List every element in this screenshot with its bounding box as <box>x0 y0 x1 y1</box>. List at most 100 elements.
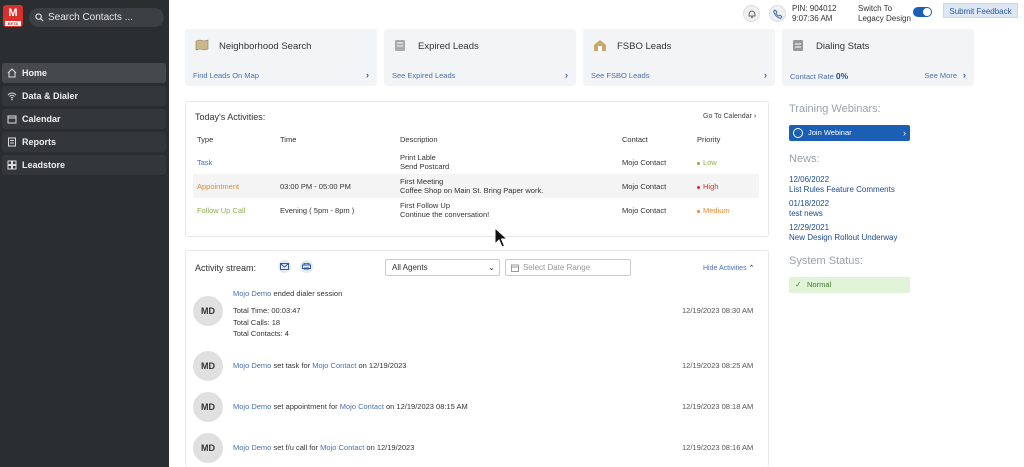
chevron-right-icon[interactable]: › <box>764 70 767 80</box>
activity-type[interactable]: Task <box>197 158 212 167</box>
col-contact[interactable]: Contact <box>622 135 648 144</box>
activity-contact[interactable]: Mojo Contact <box>622 158 666 167</box>
activity-description: First Meeting Coffee Shop on Main St. Br… <box>400 177 544 195</box>
news-link[interactable]: New Design Rollout Underway <box>789 233 898 242</box>
legacy-design-toggle[interactable] <box>913 7 932 17</box>
contact-link[interactable]: Mojo Contact <box>312 361 356 370</box>
beta-badge: BETA <box>5 21 21 26</box>
home-icon <box>7 68 17 78</box>
activity-type[interactable]: Appointment <box>197 182 239 191</box>
col-type[interactable]: Type <box>197 135 213 144</box>
card-title: Neighborhood Search <box>219 41 312 52</box>
table-row[interactable]: Follow Up Call Evening ( 5pm - 8pm ) Fir… <box>193 198 759 222</box>
training-webinars-heading: Training Webinars: <box>789 103 881 115</box>
news-date: 12/06/2022 <box>789 175 830 184</box>
stream-event: Mojo Demo set task for Mojo Contact on 1… <box>233 361 407 370</box>
card-fsbo-leads[interactable]: FSBO Leads See FSBO Leads › <box>583 29 775 86</box>
go-to-calendar-link[interactable]: Go To Calendar › <box>703 113 756 120</box>
activity-stream-label: Activity stream: <box>195 263 257 273</box>
avatar: MD <box>193 351 223 381</box>
print-button[interactable] <box>300 260 313 273</box>
card-expired-leads[interactable]: Expired Leads See Expired Leads › <box>384 29 576 86</box>
chevron-right-icon[interactable]: › <box>366 70 369 80</box>
system-status-heading: System Status: <box>789 255 863 267</box>
contact-rate-value: 0% <box>835 71 849 81</box>
house-icon <box>594 40 606 51</box>
app-logo[interactable]: M BETA <box>3 5 23 27</box>
check-icon: ✓ <box>795 280 802 289</box>
card-title: Dialing Stats <box>816 41 870 52</box>
card-title: FSBO Leads <box>617 41 672 52</box>
agents-select[interactable]: All Agents ⌄ <box>385 259 500 276</box>
activity-type[interactable]: Follow Up Call <box>197 206 245 215</box>
sidebar-item-home[interactable]: Home <box>2 63 166 83</box>
activity-stream-panel <box>185 250 769 467</box>
avatar: MD <box>193 392 223 422</box>
avatar: MD <box>193 433 223 463</box>
contact-link[interactable]: Mojo Contact <box>340 402 384 411</box>
stats-icon <box>793 40 803 51</box>
pin-clock: PIN: 904012 9:07:36 AM <box>792 4 837 23</box>
priority-low: Low <box>697 158 717 167</box>
actor-link[interactable]: Mojo Demo <box>233 402 271 411</box>
activity-contact[interactable]: Mojo Contact <box>622 206 666 215</box>
join-webinar-button[interactable]: Join Webinar › <box>789 125 910 141</box>
contact-rate: Contact Rate 0% <box>790 71 849 81</box>
activity-time: Evening ( 5pm - 8pm ) <box>280 206 355 215</box>
mouse-cursor-icon <box>494 227 508 248</box>
avatar: MD <box>193 296 223 326</box>
see-expired-leads-link[interactable]: See Expired Leads <box>392 71 455 80</box>
hide-activities-link[interactable]: Hide Activities ⌃ <box>703 264 754 272</box>
activity-contact[interactable]: Mojo Contact <box>622 182 666 191</box>
see-fsbo-leads-link[interactable]: See FSBO Leads <box>591 71 649 80</box>
col-description[interactable]: Description <box>400 135 438 144</box>
chevron-right-icon[interactable]: › <box>963 70 966 80</box>
sidebar: M BETA Search Contacts ... Home Data & Di… <box>0 0 169 467</box>
activity-description: Print Lable Send Postcard <box>400 153 450 171</box>
email-button[interactable] <box>278 260 291 273</box>
chevron-down-icon: ⌄ <box>488 263 495 272</box>
find-leads-link[interactable]: Find Leads On Map <box>193 71 259 80</box>
stream-event: Mojo Demo ended dialer session <box>233 289 343 298</box>
session-details: Total Time: 00:03:47 Total Calls: 18 Tot… <box>233 306 301 338</box>
search-icon <box>35 13 44 22</box>
news-link[interactable]: List Rules Feature Comments <box>789 185 895 194</box>
event-time: 12/19/2023 08:30 AM <box>682 306 754 315</box>
col-time[interactable]: Time <box>280 135 296 144</box>
see-more-link[interactable]: See More <box>924 71 957 80</box>
sidebar-item-data-dialer[interactable]: Data & Dialer <box>2 86 166 106</box>
notifications-button[interactable] <box>743 5 760 22</box>
col-priority[interactable]: Priority <box>697 135 720 144</box>
actor-link[interactable]: Mojo Demo <box>233 289 271 298</box>
envelope-icon <box>280 263 289 270</box>
legacy-design-label: Switch To Legacy Design <box>858 4 911 23</box>
sidebar-item-calendar[interactable]: Calendar <box>2 109 166 129</box>
dialer-button[interactable] <box>769 5 786 22</box>
search-contacts-input[interactable]: Search Contacts ... <box>29 8 164 27</box>
sidebar-item-reports[interactable]: Reports <box>2 132 166 152</box>
date-range-input[interactable]: Select Date Range <box>505 259 631 276</box>
search-placeholder: Search Contacts ... <box>48 12 134 23</box>
news-link[interactable]: test news <box>789 209 823 218</box>
contact-link[interactable]: Mojo Contact <box>320 443 364 452</box>
card-dialing-stats[interactable]: Dialing Stats Contact Rate 0% See More › <box>782 29 974 86</box>
priority-high: High <box>697 182 718 191</box>
submit-feedback-button[interactable]: Submit Feedback <box>943 3 1018 18</box>
card-neighborhood-search[interactable]: Neighborhood Search Find Leads On Map › <box>185 29 377 86</box>
stream-event: Mojo Demo set f/u call for Mojo Contact … <box>233 443 415 452</box>
actor-link[interactable]: Mojo Demo <box>233 443 271 452</box>
news-date: 12/29/2021 <box>789 223 830 232</box>
map-icon <box>195 39 209 51</box>
table-row[interactable]: Appointment 03:00 PM - 05:00 PM First Me… <box>193 174 759 198</box>
status-badge: ✓ Normal <box>789 277 910 293</box>
chevron-right-icon[interactable]: › <box>565 70 568 80</box>
sidebar-item-leadstore[interactable]: Leadstore <box>2 155 166 175</box>
phone-icon <box>773 9 783 19</box>
actor-link[interactable]: Mojo Demo <box>233 361 271 370</box>
priority-medium: Medium <box>697 206 730 215</box>
printer-icon <box>302 263 311 270</box>
table-row[interactable]: Task Print Lable Send Postcard Mojo Cont… <box>193 150 759 174</box>
activity-time: 03:00 PM - 05:00 PM <box>280 182 351 191</box>
event-time: 12/19/2023 08:25 AM <box>682 361 754 370</box>
webinar-icon <box>793 128 803 138</box>
